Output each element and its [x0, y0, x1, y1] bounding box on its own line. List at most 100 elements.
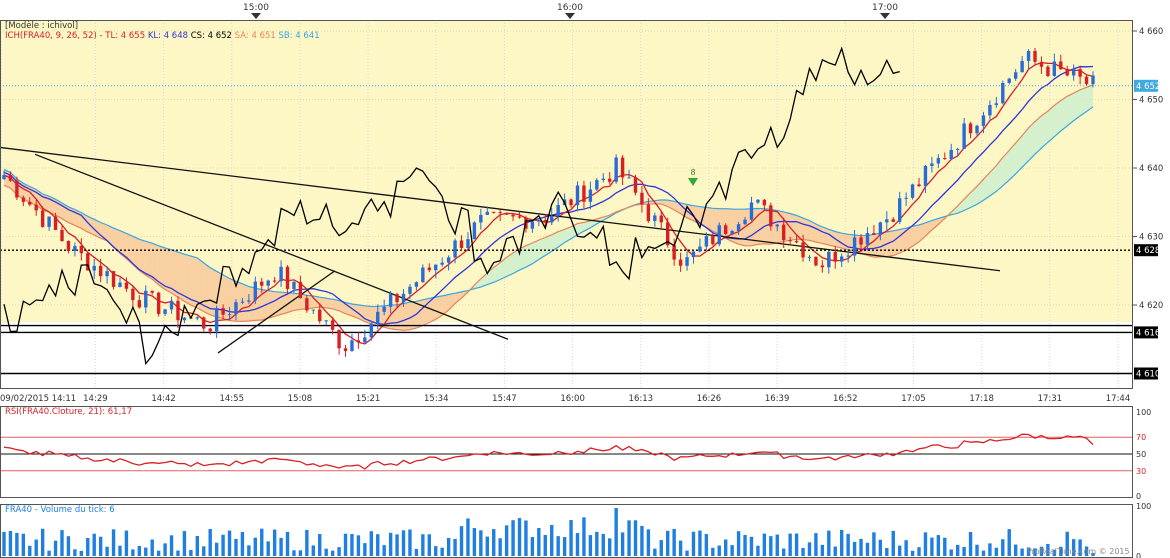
candle-body	[1046, 66, 1050, 76]
candle-body	[595, 180, 599, 190]
candle-body	[1033, 50, 1037, 62]
candle-body	[208, 328, 212, 332]
volume-bar	[504, 525, 509, 556]
candle-body	[330, 320, 335, 330]
candle-body	[388, 294, 393, 307]
volume-bar	[53, 540, 58, 556]
candle-body	[923, 165, 928, 187]
x-tick-label: 16:52	[833, 394, 858, 404]
volume-bar	[298, 550, 303, 556]
candle-body	[466, 239, 470, 249]
candle-body	[897, 198, 902, 222]
candle-body	[801, 242, 805, 258]
cloud-segment	[873, 233, 881, 258]
volume-bar	[260, 528, 264, 556]
price-badge-label: 4 616	[1136, 328, 1160, 338]
volume-bar	[60, 530, 64, 556]
top-time-scale: 15:00 16:00 17:00	[243, 3, 898, 19]
volume-bar	[936, 535, 941, 556]
volume-bar	[40, 528, 45, 556]
volume-bar	[150, 539, 154, 556]
volume-bar	[440, 547, 444, 556]
candle-body	[550, 216, 554, 223]
volume-bar	[846, 533, 850, 556]
volume-bar	[762, 533, 767, 556]
volume-bar	[350, 534, 354, 556]
candle-body	[60, 229, 64, 242]
candle-body	[769, 205, 773, 227]
candle-body	[517, 216, 522, 218]
candle-body	[485, 211, 489, 215]
candle-body	[659, 215, 663, 223]
cloud-segment	[803, 218, 810, 241]
candle-body	[814, 256, 818, 266]
volume-bar	[137, 546, 142, 556]
volume-bar	[724, 539, 728, 556]
candle-body	[311, 309, 316, 311]
volume-bar	[736, 531, 741, 556]
candle-body	[453, 240, 457, 258]
volume-bar	[92, 533, 96, 556]
volume-bar	[324, 548, 328, 556]
candle-body	[885, 219, 889, 223]
volume-bar	[202, 546, 206, 556]
candle-body	[962, 123, 966, 149]
volume-bar	[646, 529, 651, 556]
chart-canvas: 1007050300 1000 15:00 16:00 17:00 09/02/…	[0, 3, 1163, 558]
volume-bar	[208, 528, 212, 556]
candle-body	[756, 199, 760, 203]
price-badge-label: 4 610	[1136, 370, 1160, 380]
chevron-down-icon[interactable]	[565, 13, 575, 19]
price-tick-label: 4 620	[1139, 301, 1163, 311]
volume-bar	[891, 530, 895, 556]
candle-body	[904, 197, 908, 199]
candle-body	[73, 246, 77, 251]
candle-body	[21, 197, 26, 202]
volume-bar	[530, 536, 535, 556]
candle-body	[421, 267, 425, 283]
volume-bar	[305, 529, 309, 556]
volume-bar	[769, 536, 773, 556]
volume-bar	[711, 547, 715, 556]
volume-bar	[781, 548, 786, 556]
senkou-b-value: SB: 4 641	[278, 31, 320, 41]
candle-body	[646, 204, 651, 222]
volume-bar	[434, 546, 438, 556]
volume-bar	[388, 532, 393, 556]
price-tick-label: 4 660	[1139, 27, 1163, 37]
x-tick-label: 09/02/2015 14:11	[0, 394, 76, 404]
kijun-value: KL: 4 648	[147, 31, 189, 41]
volume-bar	[1001, 539, 1005, 556]
candle-body	[678, 259, 683, 266]
candle-body	[1091, 75, 1095, 85]
chikou-value: CS: 4 652	[190, 31, 232, 41]
volume-bar	[981, 550, 986, 556]
volume-bar	[556, 536, 560, 556]
rsi-axis-label: 100	[1136, 408, 1151, 417]
candle-body	[234, 302, 238, 315]
chevron-down-icon[interactable]	[880, 13, 890, 19]
volume-bar	[885, 547, 889, 556]
volume-bar	[330, 550, 335, 556]
candle-body	[498, 212, 502, 214]
volume-bar	[285, 531, 290, 556]
volume-bar	[156, 550, 161, 556]
candle-body	[936, 158, 941, 164]
volume-bar	[569, 520, 573, 556]
volume-bar	[975, 544, 979, 556]
volume-bar	[47, 550, 51, 556]
volume-bar	[421, 534, 425, 556]
cloud-segment	[525, 242, 533, 268]
chevron-down-icon[interactable]	[251, 13, 261, 19]
candle-body	[92, 265, 96, 271]
candle-body	[872, 233, 876, 236]
volume-bar	[427, 534, 431, 556]
candle-body	[988, 105, 992, 116]
candle-body	[762, 199, 767, 206]
candle-body	[350, 340, 354, 352]
volume-bar	[608, 538, 612, 556]
volume-axis-label: 100	[1136, 502, 1151, 511]
candle-body	[305, 298, 309, 311]
cloud-segment	[790, 213, 797, 241]
candle-body	[955, 148, 960, 150]
